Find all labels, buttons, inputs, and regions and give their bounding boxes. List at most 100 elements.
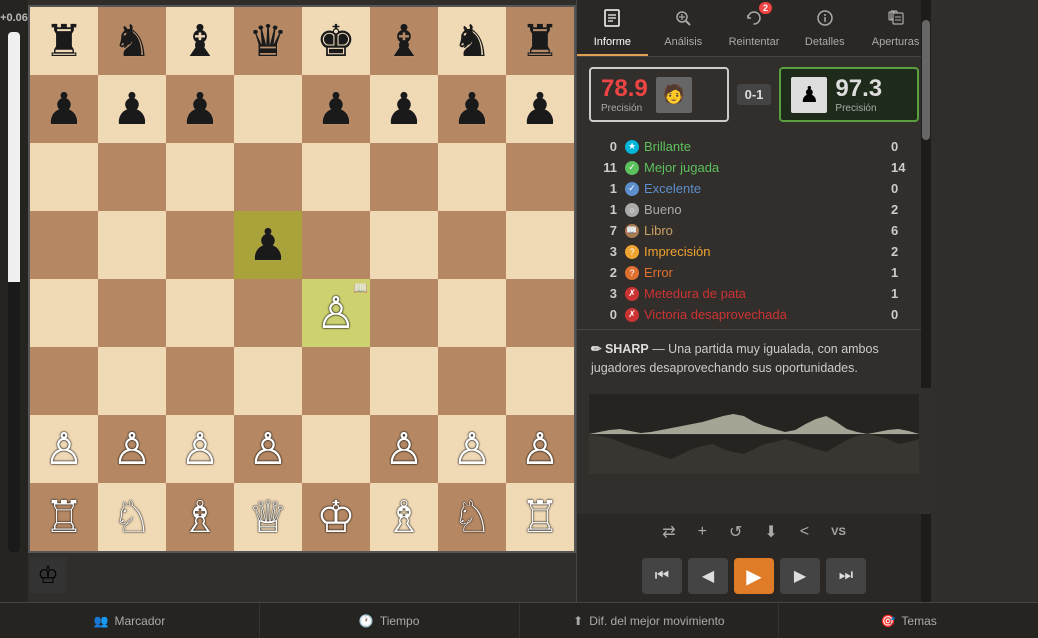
tab-reintentar[interactable]: 2 Reintentar bbox=[719, 0, 790, 56]
tab-detalles[interactable]: Detalles bbox=[789, 0, 860, 56]
flip-board-btn[interactable]: ⇄ bbox=[656, 518, 681, 546]
white-piece: ♙ bbox=[384, 424, 423, 475]
square-f5[interactable] bbox=[370, 211, 438, 279]
square-d2[interactable]: ♙ bbox=[234, 415, 302, 483]
square-a4[interactable] bbox=[30, 279, 98, 347]
square-e8[interactable]: ♚ bbox=[302, 7, 370, 75]
stat-left-4: 7 bbox=[589, 223, 617, 238]
square-h3[interactable] bbox=[506, 347, 574, 415]
square-e1[interactable]: ♔ bbox=[302, 483, 370, 551]
square-g6[interactable] bbox=[438, 143, 506, 211]
last-move-btn[interactable]: ⏭ bbox=[826, 558, 866, 594]
square-a7[interactable]: ♟ bbox=[30, 75, 98, 143]
square-e4[interactable]: ♙📖 bbox=[302, 279, 370, 347]
square-g1[interactable]: ♘ bbox=[438, 483, 506, 551]
square-b3[interactable] bbox=[98, 347, 166, 415]
square-h1[interactable]: ♖ bbox=[506, 483, 574, 551]
square-e5[interactable] bbox=[302, 211, 370, 279]
detalles-icon bbox=[815, 8, 835, 33]
white-piece: ♖ bbox=[44, 492, 83, 543]
square-c3[interactable] bbox=[166, 347, 234, 415]
square-d5[interactable]: ♟ bbox=[234, 211, 302, 279]
bottom-tiempo[interactable]: 🕐 Tiempo bbox=[260, 603, 520, 638]
stat-dot-excellent: ✓ bbox=[625, 182, 639, 196]
first-move-btn[interactable]: ⏮ bbox=[642, 558, 682, 594]
bottom-bar: 👥 Marcador 🕐 Tiempo ⬆ Dif. del mejor mov… bbox=[0, 602, 1038, 638]
square-d3[interactable] bbox=[234, 347, 302, 415]
square-c1[interactable]: ♗ bbox=[166, 483, 234, 551]
square-f8[interactable]: ♝ bbox=[370, 7, 438, 75]
vs-btn[interactable]: VS bbox=[825, 522, 852, 542]
square-a1[interactable]: ♖ bbox=[30, 483, 98, 551]
chess-board[interactable]: ♜♞♝♛♚♝♞♜♟♟♟♟♟♟♟♟♙📖♙♙♙♙♙♙♙♖♘♗♕♔♗♘♖ bbox=[28, 5, 576, 553]
square-h6[interactable] bbox=[506, 143, 574, 211]
black-piece: ♟ bbox=[44, 84, 83, 135]
square-g5[interactable] bbox=[438, 211, 506, 279]
square-a5[interactable] bbox=[30, 211, 98, 279]
square-d1[interactable]: ♕ bbox=[234, 483, 302, 551]
square-e7[interactable]: ♟ bbox=[302, 75, 370, 143]
next-move-btn[interactable]: ▶ bbox=[780, 558, 820, 594]
precision-card-player2: ♟ 97.3 Precisión bbox=[779, 67, 919, 122]
square-h4[interactable] bbox=[506, 279, 574, 347]
square-g3[interactable] bbox=[438, 347, 506, 415]
bottom-marcador[interactable]: 👥 Marcador bbox=[0, 603, 260, 638]
black-piece: ♝ bbox=[384, 16, 423, 67]
square-c4[interactable] bbox=[166, 279, 234, 347]
square-d4[interactable] bbox=[234, 279, 302, 347]
share-btn[interactable]: < bbox=[794, 519, 815, 545]
stat-label-7: Metedura de pata bbox=[644, 286, 746, 301]
square-a3[interactable] bbox=[30, 347, 98, 415]
stat-left-7: 3 bbox=[589, 286, 617, 301]
square-b4[interactable] bbox=[98, 279, 166, 347]
tab-informe[interactable]: Informe bbox=[577, 0, 648, 56]
square-d6[interactable] bbox=[234, 143, 302, 211]
bottom-temas[interactable]: 🎯 Temas bbox=[779, 603, 1038, 638]
bottom-dif[interactable]: ⬆ Dif. del mejor movimiento bbox=[520, 603, 780, 638]
square-c5[interactable] bbox=[166, 211, 234, 279]
square-a6[interactable] bbox=[30, 143, 98, 211]
square-g2[interactable]: ♙ bbox=[438, 415, 506, 483]
square-c6[interactable] bbox=[166, 143, 234, 211]
square-f6[interactable] bbox=[370, 143, 438, 211]
square-f1[interactable]: ♗ bbox=[370, 483, 438, 551]
square-h8[interactable]: ♜ bbox=[506, 7, 574, 75]
graph-area bbox=[577, 388, 931, 515]
square-b8[interactable]: ♞ bbox=[98, 7, 166, 75]
square-f4[interactable] bbox=[370, 279, 438, 347]
square-c7[interactable]: ♟ bbox=[166, 75, 234, 143]
square-e6[interactable] bbox=[302, 143, 370, 211]
square-c8[interactable]: ♝ bbox=[166, 7, 234, 75]
stat-dot-inaccuracy: ? bbox=[625, 245, 639, 259]
square-a2[interactable]: ♙ bbox=[30, 415, 98, 483]
square-f7[interactable]: ♟ bbox=[370, 75, 438, 143]
square-b2[interactable]: ♙ bbox=[98, 415, 166, 483]
square-e3[interactable] bbox=[302, 347, 370, 415]
play-btn[interactable]: ▶ bbox=[734, 558, 774, 594]
square-d8[interactable]: ♛ bbox=[234, 7, 302, 75]
square-h7[interactable]: ♟ bbox=[506, 75, 574, 143]
stat-label-0: Brillante bbox=[644, 139, 691, 154]
square-g8[interactable]: ♞ bbox=[438, 7, 506, 75]
square-a8[interactable]: ♜ bbox=[30, 7, 98, 75]
add-btn[interactable]: + bbox=[692, 519, 713, 545]
stat-label-8: Victoria desaprovechada bbox=[644, 307, 787, 322]
square-g4[interactable] bbox=[438, 279, 506, 347]
square-b7[interactable]: ♟ bbox=[98, 75, 166, 143]
square-e2[interactable] bbox=[302, 415, 370, 483]
download-btn[interactable]: ⬇ bbox=[758, 518, 783, 546]
square-b1[interactable]: ♘ bbox=[98, 483, 166, 551]
refresh-btn[interactable]: ↺ bbox=[723, 518, 748, 546]
tab-analisis[interactable]: Análisis bbox=[648, 0, 719, 56]
prev-move-btn[interactable]: ◀ bbox=[688, 558, 728, 594]
square-h5[interactable] bbox=[506, 211, 574, 279]
square-f2[interactable]: ♙ bbox=[370, 415, 438, 483]
square-d7[interactable] bbox=[234, 75, 302, 143]
square-b5[interactable] bbox=[98, 211, 166, 279]
square-c2[interactable]: ♙ bbox=[166, 415, 234, 483]
square-g7[interactable]: ♟ bbox=[438, 75, 506, 143]
square-f3[interactable] bbox=[370, 347, 438, 415]
square-b6[interactable] bbox=[98, 143, 166, 211]
black-piece: ♟ bbox=[112, 84, 151, 135]
square-h2[interactable]: ♙ bbox=[506, 415, 574, 483]
